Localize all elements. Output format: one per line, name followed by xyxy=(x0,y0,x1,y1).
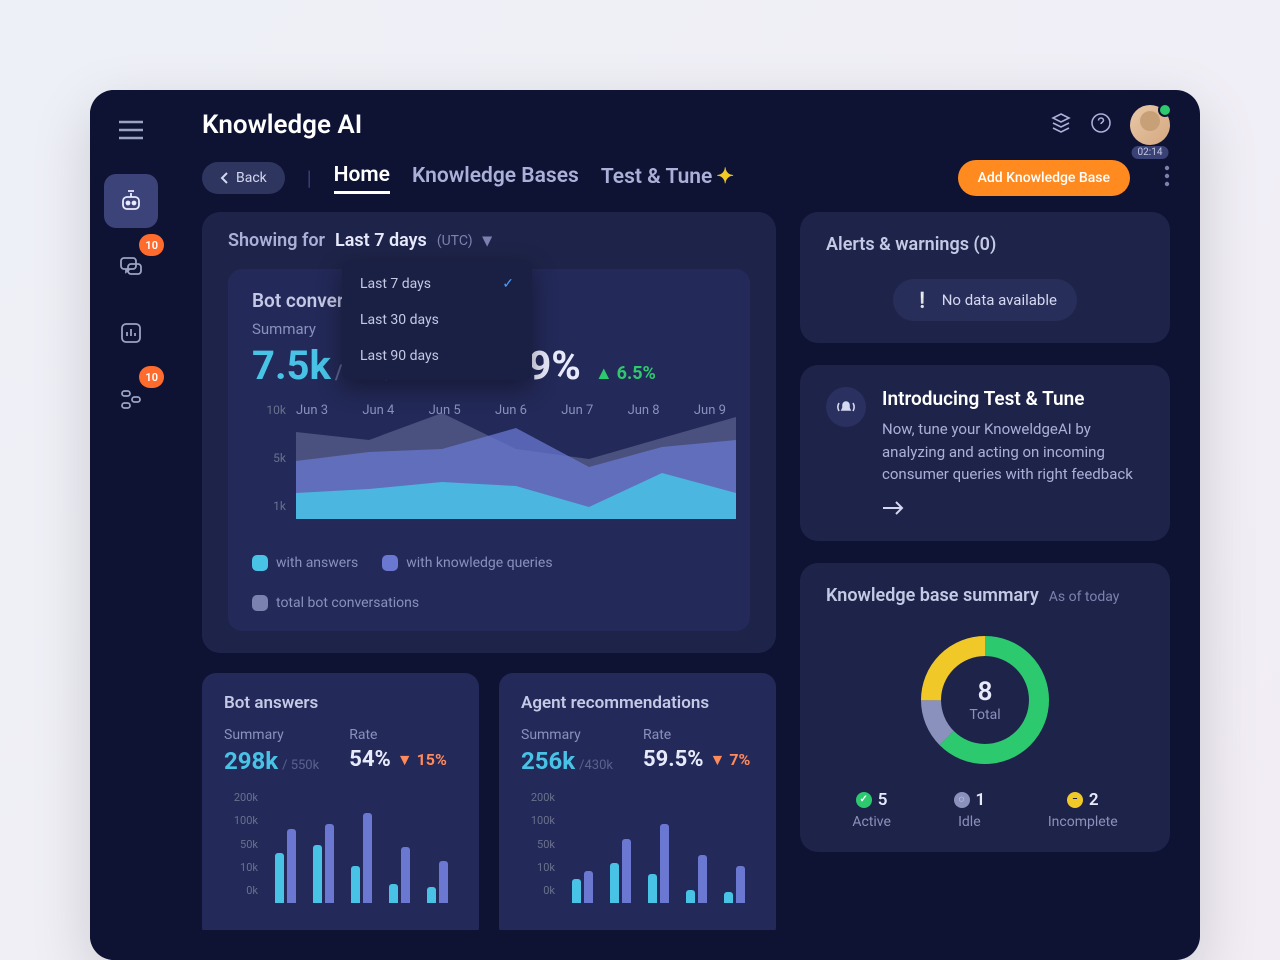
date-range-selector[interactable]: Showing for Last 7 days (UTC) ▾ xyxy=(228,230,750,251)
content: Showing for Last 7 days (UTC) ▾ Last 7 d… xyxy=(172,212,1200,960)
help-icon[interactable] xyxy=(1090,112,1112,138)
avatar[interactable]: 02:14 xyxy=(1130,105,1170,145)
intro-card: Introducing Test & Tune Now, tune your K… xyxy=(800,365,1170,541)
arrow-up-icon: ▲ xyxy=(595,363,613,384)
chevron-left-icon xyxy=(220,172,230,184)
legend-swatch xyxy=(252,595,268,611)
bar-chart: 200k100k50k10k0k xyxy=(521,791,754,921)
tab-test-tune[interactable]: Test & Tune✦ xyxy=(601,164,734,193)
delta-down: ▼7% xyxy=(710,750,751,770)
showing-card: Showing for Last 7 days (UTC) ▾ Last 7 d… xyxy=(202,212,776,653)
status-dot-icon: ✓ xyxy=(856,792,872,808)
col-left: Showing for Last 7 days (UTC) ▾ Last 7 d… xyxy=(202,212,776,930)
dropdown-option[interactable]: Last 90 days xyxy=(342,338,532,374)
alerts-card: Alerts & warnings (0) ❕No data available xyxy=(800,212,1170,343)
legend: with answers with knowledge queries tota… xyxy=(252,555,726,611)
status-dot-icon: − xyxy=(1067,792,1083,808)
layers-icon[interactable] xyxy=(1050,112,1072,138)
no-data-pill: ❕No data available xyxy=(893,279,1077,321)
chevron-down-icon: ▾ xyxy=(483,230,492,251)
alert-icon: ❕ xyxy=(913,291,932,309)
nav-analytics-icon[interactable] xyxy=(104,306,158,360)
back-button[interactable]: Back xyxy=(202,162,285,194)
separator: | xyxy=(307,166,312,190)
bell-broadcast-icon xyxy=(826,387,866,427)
nav-bot-icon[interactable] xyxy=(104,174,158,228)
agent-recommendations-card: Agent recommendations Summary256k /430k … xyxy=(499,673,776,930)
nav-flow-badge: 10 xyxy=(139,366,164,388)
sidebar: 10 10 xyxy=(90,90,172,960)
tab-home[interactable]: Home xyxy=(334,163,390,194)
area-chart: 10k5k1k Jun 3Jun 4Jun 5Jun 6Jun 7Jun 8Ju… xyxy=(252,403,726,543)
kb-summary-card: Knowledge base summaryAs of today 8Total xyxy=(800,563,1170,852)
avatar-time: 02:14 xyxy=(1132,146,1169,159)
bot-answers-card: Bot answers Summary298k / 550k Rate54%▼1… xyxy=(202,673,479,930)
tab-knowledge-bases[interactable]: Knowledge Bases xyxy=(412,164,579,192)
delta-up: ▲6.5% xyxy=(595,363,656,384)
topbar: Knowledge AI 02:14 xyxy=(172,90,1200,160)
delta-down: ▼15% xyxy=(397,750,447,770)
check-icon: ✓ xyxy=(502,276,514,292)
main: Knowledge AI 02:14 Back | Home Knowledge… xyxy=(172,90,1200,960)
app-title: Knowledge AI xyxy=(202,110,362,140)
donut-chart: 8Total xyxy=(915,630,1055,770)
nav-chat-icon[interactable]: 10 xyxy=(104,240,158,294)
legend-swatch xyxy=(382,555,398,571)
status-dot-icon: ◌ xyxy=(954,792,970,808)
dropdown-option[interactable]: Last 7 days✓ xyxy=(342,266,532,302)
nav-chat-badge: 10 xyxy=(139,234,164,256)
date-range-dropdown: Last 7 days✓ Last 30 days Last 90 days xyxy=(342,260,532,380)
date-range-value: Last 7 days xyxy=(335,230,427,251)
bar-chart: 200k100k50k10k0k xyxy=(224,791,457,921)
kb-stats: ✓5Active ◌1Idle −2Incomplete xyxy=(826,790,1144,830)
legend-swatch xyxy=(252,555,268,571)
nav-flow-icon[interactable]: 10 xyxy=(104,372,158,426)
arrow-down-icon: ▼ xyxy=(710,750,726,770)
dropdown-option[interactable]: Last 30 days xyxy=(342,302,532,338)
app-frame: 10 10 Knowledge AI 02:14 xyxy=(90,90,1200,960)
menu-icon[interactable] xyxy=(119,120,143,144)
summary-primary: 7.5k xyxy=(252,342,331,389)
add-knowledge-base-button[interactable]: Add Knowledge Base xyxy=(958,160,1130,196)
more-icon[interactable] xyxy=(1164,165,1170,191)
tabbar: Back | Home Knowledge Bases Test & Tune✦… xyxy=(172,160,1200,212)
arrow-right-icon[interactable] xyxy=(882,500,904,519)
col-right: Alerts & warnings (0) ❕No data available… xyxy=(800,212,1170,930)
two-cards-row: Bot answers Summary298k / 550k Rate54%▼1… xyxy=(202,673,776,930)
sparkle-icon: ✦ xyxy=(716,165,734,189)
presence-dot-icon xyxy=(1158,103,1172,117)
arrow-down-icon: ▼ xyxy=(397,750,413,770)
